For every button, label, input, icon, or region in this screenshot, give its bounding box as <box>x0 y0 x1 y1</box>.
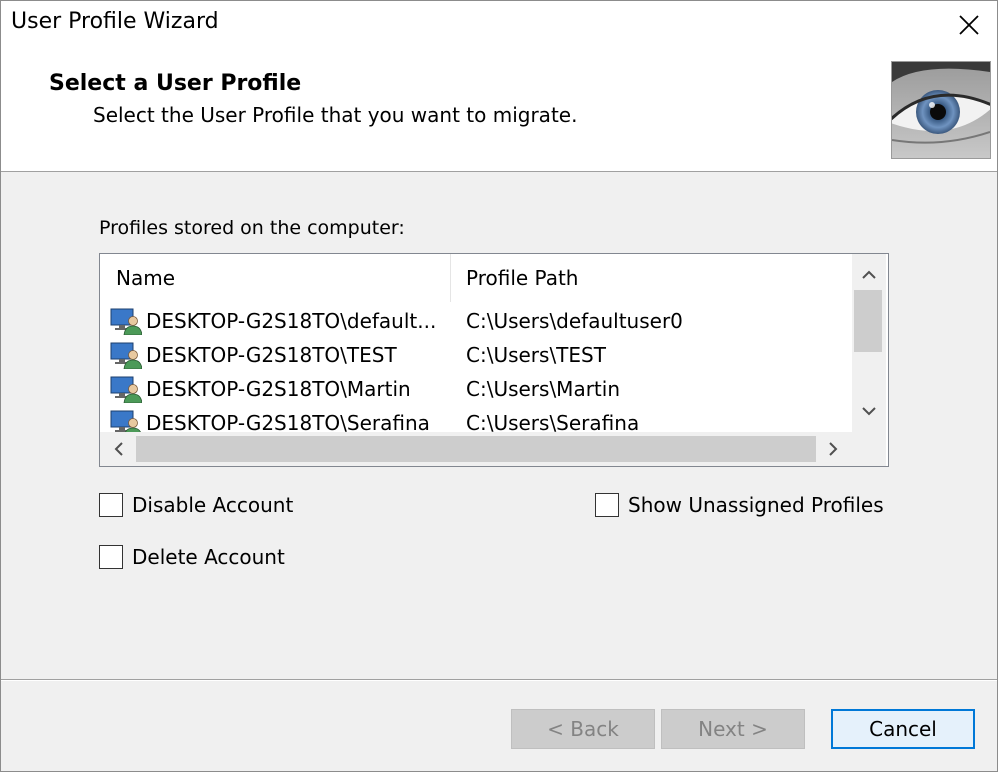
delete-account-checkbox[interactable]: Delete Account <box>99 545 285 569</box>
cancel-button[interactable]: Cancel <box>831 709 975 749</box>
row-name: DESKTOP-G2S18TO\TEST <box>146 343 397 367</box>
chevron-down-icon <box>862 407 876 416</box>
vertical-scroll-thumb[interactable] <box>854 290 882 352</box>
table-row[interactable]: DESKTOP-G2S18TO\Serafina C:\Users\Serafi… <box>100 406 852 432</box>
chevron-up-icon <box>862 270 876 279</box>
row-name: DESKTOP-G2S18TO\Martin <box>146 377 411 401</box>
profiles-list[interactable]: Name Profile Path DESKTOP-G2S18TO\defaul… <box>99 253 889 467</box>
title-bar: User Profile Wizard <box>1 1 997 49</box>
column-header-profile-path[interactable]: Profile Path <box>452 254 852 302</box>
row-path: C:\Users\TEST <box>466 343 606 367</box>
scrollbar-corner <box>852 432 886 466</box>
vertical-scrollbar[interactable] <box>852 254 886 432</box>
footer-separator <box>1 679 997 681</box>
scroll-up-button[interactable] <box>852 258 886 292</box>
row-name: DESKTOP-G2S18TO\Serafina <box>146 411 430 432</box>
horizontal-scroll-thumb[interactable] <box>136 436 816 462</box>
user-profile-icon <box>110 410 141 432</box>
delete-account-label: Delete Account <box>132 545 285 569</box>
back-button[interactable]: < Back <box>511 709 655 749</box>
user-profile-icon <box>110 376 142 403</box>
show-unassigned-profiles-checkbox[interactable]: Show Unassigned Profiles <box>595 493 884 517</box>
scroll-left-button[interactable] <box>102 432 136 466</box>
show-unassigned-profiles-label: Show Unassigned Profiles <box>628 493 884 517</box>
delete-account-box[interactable] <box>99 545 123 569</box>
scroll-right-button[interactable] <box>816 432 850 466</box>
scroll-down-button[interactable] <box>852 394 886 428</box>
eye-image <box>891 61 991 159</box>
disable-account-box[interactable] <box>99 493 123 517</box>
close-button[interactable] <box>949 5 989 45</box>
horizontal-scrollbar[interactable] <box>100 432 852 466</box>
row-path: C:\Users\Martin <box>466 377 620 401</box>
table-row[interactable]: DESKTOP-G2S18TO\TEST C:\Users\TEST <box>100 338 852 372</box>
page-title: Select a User Profile <box>49 71 302 96</box>
user-profile-icon <box>110 308 142 335</box>
window-title: User Profile Wizard <box>11 9 219 34</box>
chevron-left-icon <box>114 442 123 456</box>
disable-account-checkbox[interactable]: Disable Account <box>99 493 293 517</box>
profiles-label: Profiles stored on the computer: <box>99 217 405 239</box>
wizard-header: Select a User Profile Select the User Pr… <box>1 49 997 172</box>
show-unassigned-profiles-box[interactable] <box>595 493 619 517</box>
close-icon <box>959 15 979 35</box>
column-header-name[interactable]: Name <box>100 254 451 302</box>
wizard-window: User Profile Wizard Select a User Profil… <box>0 0 998 772</box>
table-row[interactable]: DESKTOP-G2S18TO\default... C:\Users\defa… <box>100 304 852 338</box>
disable-account-label: Disable Account <box>132 493 294 517</box>
row-name: DESKTOP-G2S18TO\default... <box>146 309 437 333</box>
next-button[interactable]: Next > <box>661 709 805 749</box>
user-profile-icon <box>110 342 142 369</box>
row-path: C:\Users\defaultuser0 <box>466 309 683 333</box>
page-subtitle: Select the User Profile that you want to… <box>93 103 578 127</box>
chevron-right-icon <box>829 442 838 456</box>
table-row[interactable]: DESKTOP-G2S18TO\Martin C:\Users\Martin <box>100 372 852 406</box>
profiles-rows: DESKTOP-G2S18TO\default... C:\Users\defa… <box>100 304 852 432</box>
row-path: C:\Users\Serafina <box>466 411 640 432</box>
